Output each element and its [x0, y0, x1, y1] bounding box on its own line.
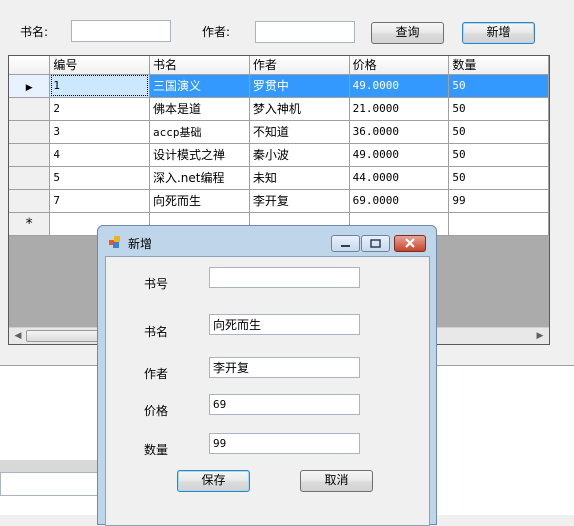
cell-author[interactable]: 梦入神机	[249, 97, 350, 121]
cell-qty[interactable]: 99	[448, 189, 549, 213]
cell-title[interactable]: 向死而生	[149, 189, 250, 213]
cell-id[interactable]: 7	[49, 189, 150, 213]
maximize-icon	[370, 239, 381, 248]
dialog-titlebar[interactable]: 新增	[98, 226, 436, 258]
cell-id[interactable]: 4	[49, 143, 150, 167]
title-input[interactable]: 向死而生	[209, 314, 360, 335]
cell-price[interactable]: 44.0000	[349, 166, 450, 190]
cell-price[interactable]: 69.0000	[349, 189, 450, 213]
dialog-title: 新增	[128, 237, 153, 251]
row-header[interactable]	[9, 97, 51, 121]
close-icon	[405, 238, 415, 248]
new-row-indicator[interactable]: *	[9, 212, 51, 236]
new-cell[interactable]	[448, 212, 549, 236]
cell-author[interactable]: 未知	[249, 166, 350, 190]
author-search-label: 作者:	[202, 25, 231, 39]
title-search-input[interactable]	[71, 20, 171, 42]
cell-id[interactable]: 1	[49, 74, 150, 98]
price-input[interactable]: 69	[209, 394, 360, 415]
row-header-corner	[9, 56, 51, 75]
column-header-price[interactable]: 价格	[349, 56, 450, 75]
scroll-left-icon[interactable]: ◀	[11, 330, 25, 342]
column-header-id[interactable]: 编号	[49, 56, 150, 75]
cell-price[interactable]: 36.0000	[349, 120, 450, 144]
cell-title[interactable]: 深入.net编程	[149, 166, 250, 190]
table-row[interactable]: 2 佛本是道 梦入神机 21.0000 50	[9, 97, 549, 121]
title-label: 书名	[144, 325, 169, 339]
table-row[interactable]: 3 accp基础 不知道 36.0000 50	[9, 120, 549, 144]
header-row: 编号 书名 作者 价格 数量	[9, 56, 549, 75]
minimize-button[interactable]	[331, 235, 360, 252]
cell-qty[interactable]: 50	[448, 166, 549, 190]
cell-qty[interactable]: 50	[448, 143, 549, 167]
scroll-right-icon[interactable]: ▶	[533, 330, 547, 342]
cell-id[interactable]: 5	[49, 166, 150, 190]
cell-title[interactable]: 佛本是道	[149, 97, 250, 121]
table-row[interactable]: 4 设计模式之禅 秦小波 49.0000 50	[9, 143, 549, 167]
save-button[interactable]: 保存	[177, 470, 250, 492]
minimize-icon	[341, 245, 350, 247]
cell-qty[interactable]: 50	[448, 120, 549, 144]
qty-input[interactable]: 99	[209, 433, 360, 454]
add-book-dialog[interactable]: 新增 书号 书名 向死而生 作者 李开复 价格 69 数量 99 保存 取消	[97, 225, 437, 526]
table-row[interactable]: 7 向死而生 李开复 69.0000 99	[9, 189, 549, 213]
close-button[interactable]	[394, 235, 426, 252]
author-input[interactable]: 李开复	[209, 357, 360, 378]
price-label: 价格	[144, 404, 169, 418]
cell-author[interactable]: 不知道	[249, 120, 350, 144]
cell-title[interactable]: 设计模式之禅	[149, 143, 250, 167]
app-icon	[109, 236, 120, 248]
row-header[interactable]	[9, 143, 51, 167]
cell-title[interactable]: accp基础	[149, 120, 250, 144]
cell-id[interactable]: 3	[49, 120, 150, 144]
author-label: 作者	[144, 367, 169, 381]
column-header-title[interactable]: 书名	[149, 56, 250, 75]
row-selected-indicator[interactable]: ▶	[9, 74, 51, 98]
cell-price[interactable]: 21.0000	[349, 97, 450, 121]
maximize-button[interactable]	[361, 235, 390, 252]
row-header[interactable]	[9, 189, 51, 213]
dialog-body: 书号 书名 向死而生 作者 李开复 价格 69 数量 99 保存 取消	[105, 256, 430, 526]
cell-author[interactable]: 罗贯中	[249, 74, 350, 98]
query-button[interactable]: 查询	[371, 22, 444, 44]
cell-title[interactable]: 三国演义	[149, 74, 250, 98]
cell-author[interactable]: 李开复	[249, 189, 350, 213]
table-row[interactable]: ▶ 1 三国演义 罗贯中 49.0000 50	[9, 74, 549, 98]
title-search-label: 书名:	[20, 25, 49, 39]
column-header-qty[interactable]: 数量	[448, 56, 549, 75]
cell-author[interactable]: 秦小波	[249, 143, 350, 167]
cancel-button[interactable]: 取消	[300, 470, 373, 492]
books-table: 编号 书名 作者 价格 数量 ▶ 1 三国演义 罗贯中 49.0000 50 2…	[9, 56, 549, 236]
cell-qty[interactable]: 50	[448, 74, 549, 98]
author-search-input[interactable]	[255, 21, 355, 43]
qty-label: 数量	[144, 443, 169, 457]
row-header[interactable]	[9, 166, 51, 190]
row-header[interactable]	[9, 120, 51, 144]
book-no-label: 书号	[144, 277, 169, 291]
cell-id[interactable]: 2	[49, 97, 150, 121]
column-header-author[interactable]: 作者	[249, 56, 350, 75]
table-row[interactable]: 5 深入.net编程 未知 44.0000 50	[9, 166, 549, 190]
cell-price[interactable]: 49.0000	[349, 74, 450, 98]
cell-qty[interactable]: 50	[448, 97, 549, 121]
cell-price[interactable]: 49.0000	[349, 143, 450, 167]
book-no-input[interactable]	[209, 267, 360, 288]
add-button[interactable]: 新增	[462, 22, 535, 44]
